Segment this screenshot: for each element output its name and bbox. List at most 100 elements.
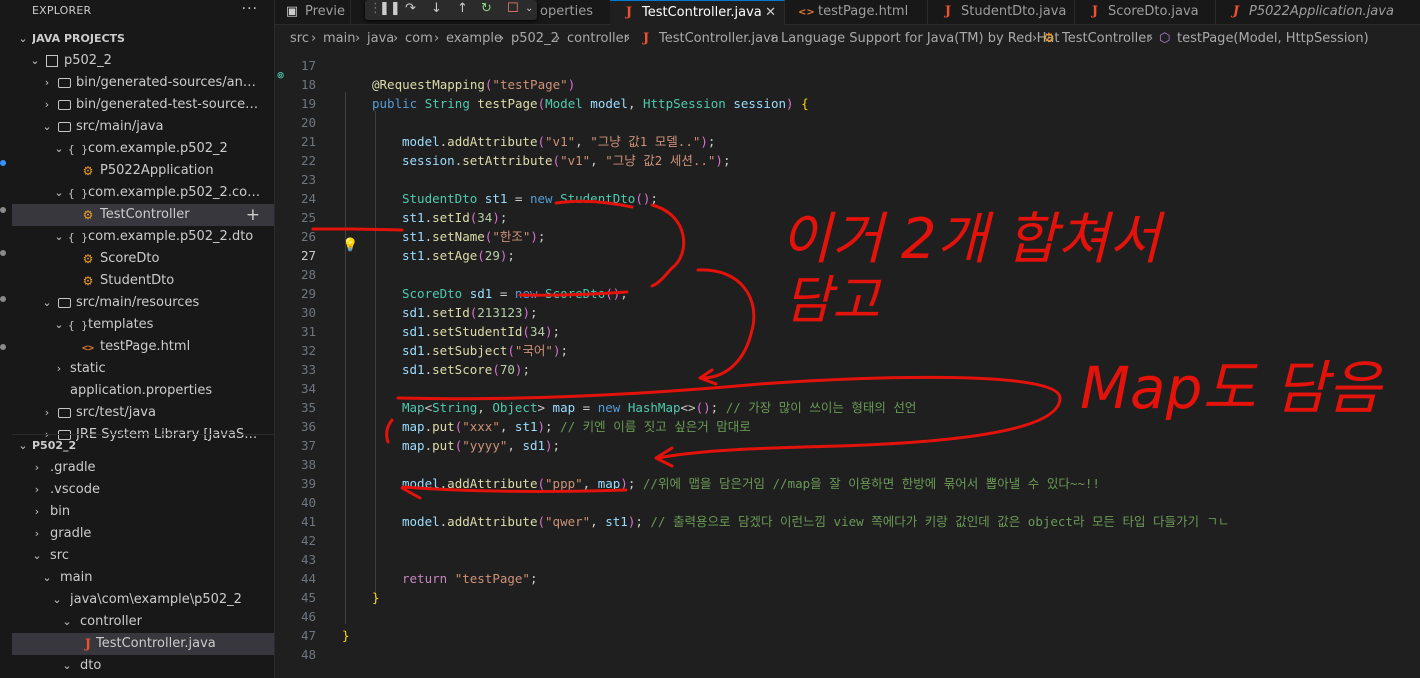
tree-item[interactable]: ⚙ ScoreDto [12, 248, 274, 270]
chevron-down-icon[interactable]: ⌄ [28, 50, 42, 72]
tree-item[interactable]: ⌄ src/main/java [12, 116, 274, 138]
tree-item[interactable]: ⌄{ }com.example.p502_2.controll... [12, 182, 274, 204]
code-line[interactable]: @RequestMapping("testPage") [372, 75, 575, 94]
tree-item[interactable]: › bin [12, 501, 274, 523]
restart-icon[interactable]: ↻ [481, 0, 492, 18]
tree-item[interactable]: › bin/generated-sources/annota... [12, 72, 274, 94]
tree-item[interactable]: ⚙ TestController + [12, 204, 274, 226]
tab-scoredto-java[interactable]: J ScoreDto.java [1074, 0, 1216, 24]
code-line[interactable]: session.setAttribute("v1", "그냥 값2 세션..")… [402, 151, 730, 170]
code-line[interactable]: sd1.setStudentId(34); [402, 322, 560, 341]
chevron-right-icon[interactable]: › [52, 358, 66, 380]
tree-item[interactable]: ⌄ controller [12, 611, 274, 633]
chevron-down-icon[interactable]: ⌄ [52, 314, 66, 336]
chevron-down-icon[interactable]: ⌄ [40, 292, 54, 314]
step-over-icon[interactable]: ↷ [405, 0, 416, 18]
code-line[interactable]: model.addAttribute("qwer", st1); // 출력용으… [402, 512, 1230, 531]
chevron-right-icon[interactable]: › [40, 94, 54, 116]
code-line[interactable]: model.addAttribute("v1", "그냥 값1 모델.."); [402, 132, 715, 151]
chevron-down-icon[interactable]: ⌄ [40, 116, 54, 138]
chevron-right-icon[interactable]: › [40, 402, 54, 424]
chevron-down-icon[interactable]: ⌄ [60, 611, 74, 633]
step-out-icon[interactable]: ↑ [457, 0, 468, 18]
chevron-right-icon[interactable]: › [30, 457, 44, 479]
code-line[interactable]: sd1.setScore(70); [402, 360, 530, 379]
breadcrumb-item[interactable]: TestController.java [659, 24, 779, 54]
code-line[interactable]: } [372, 588, 380, 607]
chevron-down-icon[interactable]: ⌄ [50, 589, 64, 611]
code-line[interactable]: sd1.setId(213123); [402, 303, 538, 322]
tree-item[interactable]: ⌄ main [12, 567, 274, 589]
code-line[interactable]: map.put("yyyy", sd1); [402, 436, 560, 455]
tab-testcontroller-java[interactable]: J TestController.java ✕ [610, 0, 785, 25]
breadcrumb-item[interactable]: com [405, 24, 433, 54]
code-line[interactable]: return "testPage"; [402, 569, 537, 588]
step-into-icon[interactable]: ↓ [431, 0, 442, 18]
tree-item[interactable]: ⌄{ } com.example.p502_2.dto [12, 226, 274, 248]
chevron-right-icon[interactable]: › [40, 72, 54, 94]
tree-item[interactable]: › .vscode [12, 479, 274, 501]
tree-item[interactable]: ⚙ P5022Application [12, 160, 274, 182]
code-line[interactable]: public String testPage(Model model, Http… [372, 94, 809, 113]
stop-icon[interactable]: ☐ [507, 0, 519, 18]
tab-studentdto-java[interactable]: J StudentDto.java [927, 0, 1075, 24]
tab-testpage-html[interactable]: <> testPage.html [784, 0, 928, 24]
chevron-down-icon[interactable]: ⌄ [52, 182, 66, 204]
tree-item[interactable]: ⚙ StudentDto [12, 270, 274, 292]
code-line[interactable]: StudentDto st1 = new StudentDto(); [402, 189, 658, 208]
tab-preview[interactable]: ▣ Previe [275, 0, 351, 24]
section-folder[interactable]: ⌄ P502_2 [12, 435, 274, 457]
chevron-down-icon[interactable]: ⌄ [60, 655, 74, 677]
add-icon[interactable]: + [246, 204, 260, 226]
line-number: 22 [300, 153, 316, 168]
breadcrumb-item[interactable]: example [446, 24, 502, 54]
breadcrumb-item[interactable]: p502_2 [511, 24, 559, 54]
breadcrumb-item[interactable]: java [367, 24, 394, 54]
code-line[interactable]: map.put("xxx", st1); // 키엔 이름 짓고 싶은거 맘대로 [402, 417, 751, 436]
tree-item[interactable]: <> testPage.html [12, 336, 274, 358]
breadcrumb-item[interactable]: main [323, 24, 355, 54]
chevron-down-icon[interactable]: ⌄ [525, 0, 533, 18]
chevron-right-icon[interactable]: › [30, 523, 44, 545]
tree-item[interactable]: ⌄{ } templates [12, 314, 274, 336]
code-line[interactable]: sd1.setSubject("국어"); [402, 341, 568, 360]
code-line[interactable]: Map<String, Object> map = new HashMap<>(… [402, 398, 916, 417]
section-java-projects[interactable]: ⌄ JAVA PROJECTS [12, 28, 274, 50]
chevron-right-icon[interactable]: › [30, 501, 44, 523]
tree-item[interactable]: › static [12, 358, 274, 380]
breadcrumb-item[interactable]: testPage(Model, HttpSession) [1177, 24, 1369, 54]
tree-item[interactable]: ⌄ java\com\example\p502_2 [12, 589, 274, 611]
close-icon[interactable]: ✕ [765, 1, 776, 25]
tree-item[interactable]: ⌄{ } com.example.p502_2 [12, 138, 274, 160]
tab-p5022application-java[interactable]: J P5022Application.java [1215, 0, 1420, 24]
tree-item[interactable]: › bin/generated-test-sources/a... [12, 94, 274, 116]
pause-icon[interactable]: ❚❚ [379, 0, 401, 18]
line-number: 18 [300, 77, 316, 92]
chevron-down-icon[interactable]: ⌄ [40, 567, 54, 589]
chevron-down-icon[interactable]: ⌄ [30, 545, 44, 567]
breadcrumb-item[interactable]: TestController [1062, 24, 1152, 54]
code-line[interactable]: st1.setId(34); [402, 208, 507, 227]
code-line[interactable]: st1.setAge(29); [402, 246, 515, 265]
chevron-right-icon[interactable]: › [30, 479, 44, 501]
breadcrumb-item[interactable]: src [290, 24, 309, 54]
breadcrumb-item[interactable]: Language Support for Java(TM) by Red Hat [781, 24, 1059, 54]
tree-item[interactable]: › .gradle [12, 457, 274, 479]
tree-item[interactable]: ⌄ p502_2 [12, 50, 274, 72]
code-line[interactable]: st1.setName("한조"); [402, 227, 545, 246]
tree-item[interactable]: › src/test/java [12, 402, 274, 424]
more-actions-icon[interactable]: ··· [242, 1, 258, 17]
code-editor[interactable]: ⊚ 💡 17 18 19 20 21 22 23 24 25 26 27 28 29 30 31 32 33 34… [275, 54, 1420, 678]
chevron-down-icon[interactable]: ⌄ [52, 226, 66, 248]
code-line[interactable]: ScoreDto sd1 = new ScoreDto(); [402, 284, 628, 303]
breadcrumb-item[interactable]: controller [567, 24, 629, 54]
tree-item[interactable]: J TestController.java [12, 633, 274, 655]
code-line[interactable]: } [342, 626, 350, 645]
tree-item[interactable]: application.properties [12, 380, 274, 402]
code-line[interactable]: model.addAttribute("ppp", map); //위에 맵을 … [402, 474, 1100, 493]
tree-item[interactable]: ⌄ dto [12, 655, 274, 677]
tree-item[interactable]: ⌄ src/main/resources [12, 292, 274, 314]
tree-item[interactable]: ⌄ src [12, 545, 274, 567]
tree-item[interactable]: › gradle [12, 523, 274, 545]
chevron-down-icon[interactable]: ⌄ [52, 138, 66, 160]
